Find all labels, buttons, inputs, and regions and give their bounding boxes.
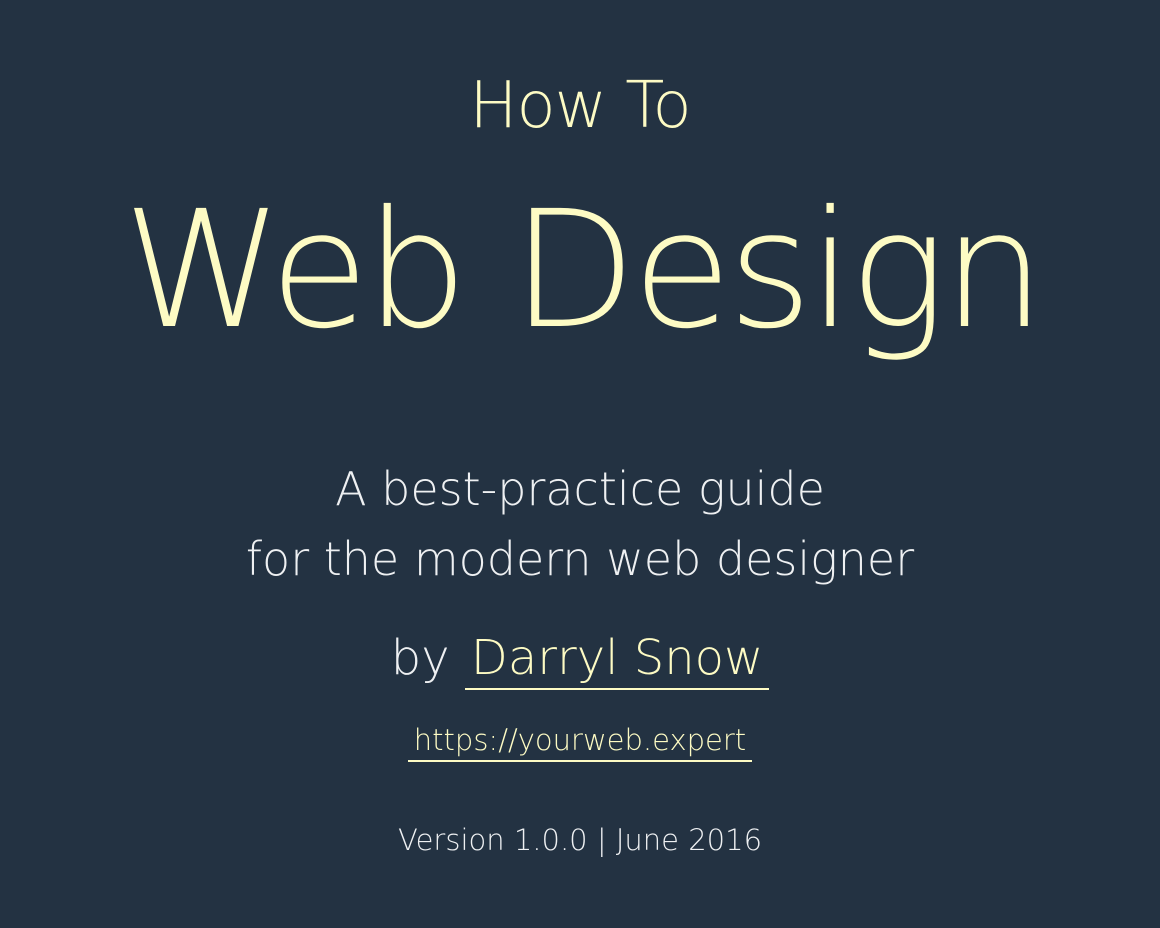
pre-title: How To (469, 69, 691, 143)
page-title: Web Design (122, 177, 1045, 365)
subtitle: A best-practice guide for the modern web… (0, 454, 1160, 594)
subtitle-line-2: for the modern web designer (245, 532, 915, 586)
byline: by Darryl Snow (0, 626, 1160, 690)
by-label: by (390, 630, 450, 686)
website-line: https://yourweb.expert (0, 718, 1160, 762)
website-link[interactable]: https://yourweb.expert (407, 723, 753, 762)
version-info: Version 1.0.0 | June 2016 (397, 823, 763, 857)
author-link[interactable]: Darryl Snow (464, 630, 770, 690)
subtitle-line-1: A best-practice guide (335, 462, 825, 516)
